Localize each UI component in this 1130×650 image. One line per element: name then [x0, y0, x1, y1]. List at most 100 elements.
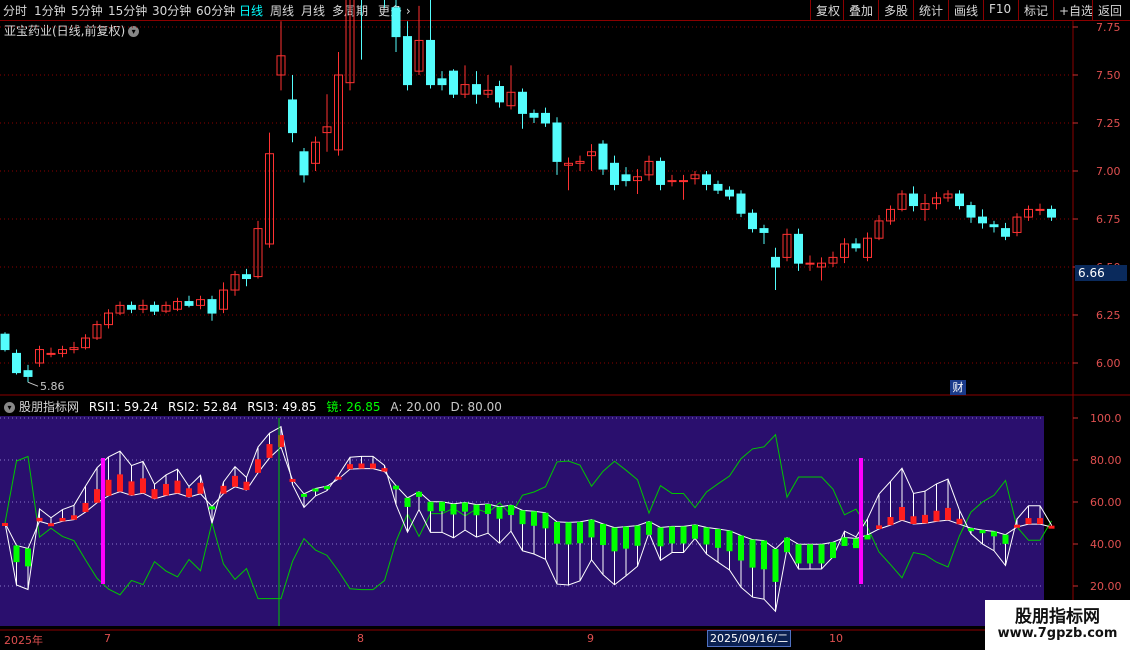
d-value: D: 80.00	[450, 400, 502, 414]
rsi-band-bar	[59, 517, 66, 522]
rsi-band-bar	[105, 479, 112, 496]
watermark-title: 股朋指标网	[1015, 607, 1100, 627]
rsi-band-bar	[335, 476, 342, 480]
rsi-band-bar	[243, 481, 250, 491]
rsi-band-bar	[94, 489, 100, 503]
rsi-band-bar	[174, 480, 181, 494]
candle-body	[472, 84, 481, 95]
rsi-band-bar	[715, 529, 721, 548]
rsi-band-bar	[542, 512, 549, 529]
rsi-band-bar	[1048, 525, 1055, 529]
candle-body	[736, 193, 746, 214]
price-axis-label: 6.25	[1096, 309, 1121, 322]
candle-body	[150, 304, 159, 312]
rsi-band-bar	[416, 491, 422, 497]
candle-body	[299, 151, 309, 176]
candle-body	[46, 352, 56, 355]
rsi-band-bar	[680, 526, 687, 544]
rsi-band-bar	[979, 530, 986, 534]
rsi-band-bar	[473, 504, 480, 516]
rsi-band-bar	[312, 488, 319, 492]
indicator-axis-label: 100.0	[1090, 412, 1122, 425]
candle-body	[955, 193, 964, 207]
rsi-band-bar	[933, 510, 940, 522]
indicator-axis-label: 60.00	[1090, 496, 1122, 509]
candle-body	[426, 39, 435, 86]
date-year-label: 2025年	[4, 634, 43, 647]
rsi-band-bar	[657, 527, 664, 547]
date-month-label: 9	[587, 632, 594, 645]
candle-body	[771, 256, 780, 268]
candle-body	[1047, 208, 1056, 218]
rsi-band-bar	[749, 539, 756, 568]
mirror-value: 镜: 26.85	[326, 400, 381, 414]
finance-badge[interactable]: 财	[950, 380, 966, 395]
rsi-band-bar	[899, 506, 905, 521]
rsi-band-bar	[531, 511, 537, 526]
candle-body	[0, 333, 10, 351]
date-month-label: 7	[104, 632, 111, 645]
rsi-band-bar	[197, 482, 204, 494]
candle-body	[12, 352, 21, 374]
rsi-band-bar	[945, 507, 951, 521]
rsi-band-bar	[922, 514, 928, 524]
rsi-band-bar	[82, 502, 89, 513]
rsi-band-bar	[404, 497, 411, 507]
candle-body	[207, 299, 217, 314]
rsi-band-bar	[876, 525, 882, 529]
rsi-band-bar	[48, 523, 54, 527]
price-axis-label: 7.00	[1096, 165, 1121, 178]
rsi-band-bar	[508, 505, 514, 516]
rsi-band-bar	[841, 537, 848, 546]
rsi-band-bar	[289, 478, 296, 482]
rsi-band-bar	[623, 526, 629, 549]
candle-body	[725, 189, 734, 197]
rsi-band-bar	[358, 463, 365, 469]
rsi-band-bar	[1037, 518, 1043, 525]
rsi-band-bar	[588, 519, 595, 538]
rsi-band-bar	[795, 544, 802, 564]
rsi-band-bar	[140, 478, 146, 494]
rsi-band-bar	[887, 517, 894, 526]
rsi-band-bar	[450, 503, 457, 515]
indicator-axis-label: 40.00	[1090, 538, 1122, 551]
rsi-band-bar	[324, 486, 330, 490]
rsi-band-bar	[163, 483, 169, 496]
price-axis-label: 6.00	[1096, 357, 1121, 370]
candle-body	[242, 274, 251, 280]
candle-body	[748, 212, 757, 230]
rsi-band-bar	[1025, 518, 1032, 525]
rsi-band-bar	[692, 524, 698, 539]
signal-marker	[101, 458, 105, 584]
rsi-band-bar	[186, 488, 192, 498]
rsi-band-bar	[220, 485, 227, 494]
candle-body	[851, 243, 861, 249]
rsi-band-bar	[991, 531, 997, 537]
rsi-band-bar	[703, 527, 710, 545]
indicator-header: ▾ 股朋指标网 RSI1: 59.24 RSI2: 52.84 RSI3: 49.…	[4, 398, 508, 415]
rsi-band-bar	[818, 544, 825, 564]
candle-body	[759, 228, 769, 233]
low-arrow	[27, 381, 39, 387]
rsi-band-bar	[25, 548, 31, 567]
indicator-name[interactable]: 股朋指标网	[19, 400, 79, 414]
rsi-band-bar	[864, 534, 871, 540]
rsi-band-bar	[255, 459, 261, 473]
rsi-band-bar	[2, 523, 8, 526]
watermark: 股朋指标网 www.7gpzb.com	[985, 600, 1130, 650]
rsi-band-bar	[151, 489, 158, 499]
chart-canvas[interactable]: 8.508.258.007.757.507.257.006.756.506.25…	[0, 0, 1130, 650]
candle-body	[966, 205, 976, 218]
candle-body	[713, 183, 723, 191]
candle-body	[794, 233, 803, 264]
candle-body	[437, 78, 447, 86]
candle-body	[598, 143, 608, 170]
candle-body	[805, 262, 815, 265]
rsi-band-bar	[738, 535, 744, 561]
chevron-down-icon[interactable]: ▾	[4, 402, 15, 413]
price-axis-label: 7.25	[1096, 117, 1121, 130]
indicator-axis-label: 20.00	[1090, 580, 1122, 593]
candle-body	[552, 122, 562, 162]
rsi-band-bar	[427, 501, 434, 512]
candle-body	[909, 193, 918, 207]
